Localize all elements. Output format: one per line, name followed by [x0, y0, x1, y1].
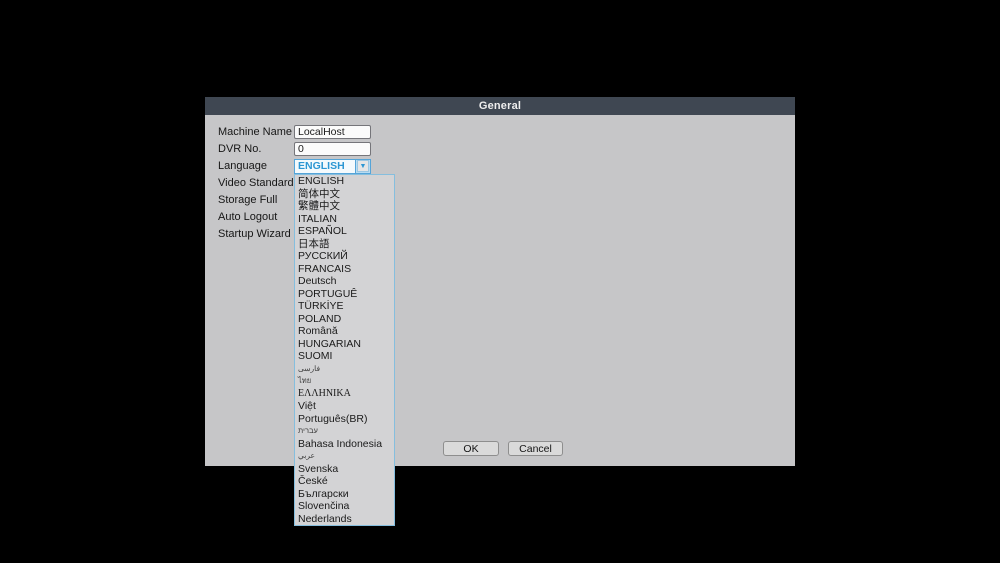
language-option[interactable]: Română [295, 325, 394, 338]
dvr-no-input[interactable] [294, 142, 371, 156]
language-option[interactable]: TÜRKİYE [295, 300, 394, 313]
language-option[interactable]: POLAND [295, 313, 394, 326]
language-option[interactable]: ΕΛΛΗΝΙΚΑ [295, 388, 394, 401]
language-option[interactable]: Português(BR) [295, 413, 394, 426]
language-option[interactable]: České [295, 475, 394, 488]
auto-logout-label: Auto Logout [218, 211, 294, 223]
cancel-button[interactable]: Cancel [508, 441, 563, 456]
language-option[interactable]: ENGLISH [295, 175, 394, 188]
dialog-titlebar: General [205, 97, 795, 115]
language-option[interactable]: Svenska [295, 463, 394, 476]
language-option[interactable]: עברית [295, 425, 394, 438]
startup-wizard-label: Startup Wizard [218, 228, 294, 240]
language-option[interactable]: РУССКИЙ [295, 250, 394, 263]
language-option[interactable]: HUNGARIAN [295, 338, 394, 351]
video-standard-label: Video Standard [218, 177, 294, 189]
language-option[interactable]: Việt [295, 400, 394, 413]
language-option[interactable]: 繁體中文 [295, 200, 394, 213]
language-option[interactable]: Slovenčina [295, 500, 394, 513]
language-option[interactable]: FRANCAIS [295, 263, 394, 276]
dialog-title: General [479, 100, 521, 112]
language-option[interactable]: Bahasa Indonesia [295, 438, 394, 451]
general-settings-dialog: General Machine Name DVR No. Language EN… [205, 97, 795, 466]
chevron-down-icon: ▼ [357, 160, 369, 172]
language-option[interactable]: ITALIAN [295, 213, 394, 226]
language-option[interactable]: Български [295, 488, 394, 501]
dvr-no-row: DVR No. [218, 142, 371, 156]
language-select-button[interactable]: ▼ [355, 160, 370, 173]
machine-name-input[interactable] [294, 125, 371, 139]
ok-button[interactable]: OK [443, 441, 499, 456]
language-option[interactable]: Nederlands [295, 513, 394, 526]
language-option[interactable]: 简体中文 [295, 188, 394, 201]
storage-full-label: Storage Full [218, 194, 294, 206]
machine-name-row: Machine Name [218, 125, 371, 139]
language-option[interactable]: Deutsch [295, 275, 394, 288]
machine-name-label: Machine Name [218, 126, 294, 138]
language-option[interactable]: ESPAÑOL [295, 225, 394, 238]
dvr-no-label: DVR No. [218, 143, 294, 155]
language-option[interactable]: PORTUGUÊ [295, 288, 394, 301]
language-row: Language ENGLISH ▼ [218, 159, 371, 173]
language-dropdown: ENGLISH简体中文繁體中文ITALIANESPAÑOL日本語РУССКИЙF… [294, 174, 395, 526]
language-option[interactable]: عربي [295, 450, 394, 463]
language-option[interactable]: ไทย [295, 375, 394, 388]
language-select[interactable]: ENGLISH ▼ [294, 159, 371, 174]
language-label: Language [218, 160, 294, 172]
language-select-value: ENGLISH [295, 160, 355, 173]
language-option[interactable]: فارسی [295, 363, 394, 376]
language-option[interactable]: 日本語 [295, 238, 394, 251]
language-option[interactable]: SUOMI [295, 350, 394, 363]
